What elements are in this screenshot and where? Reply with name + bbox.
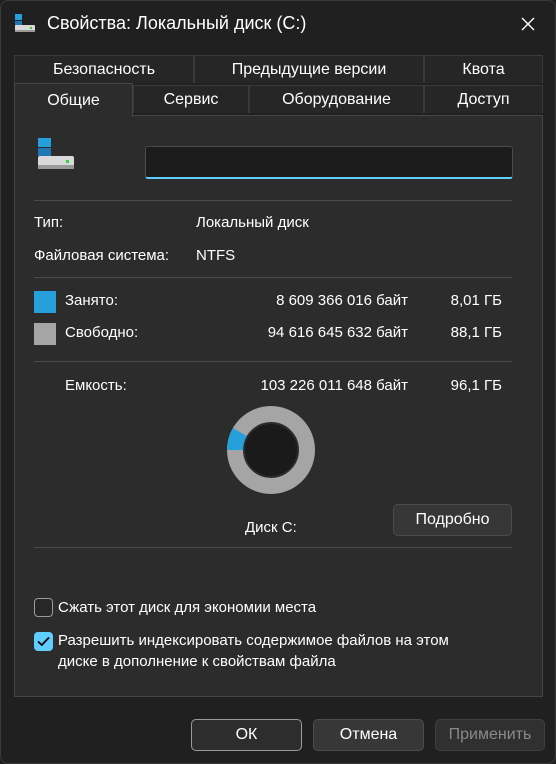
donut-hole	[245, 424, 297, 476]
free-swatch	[34, 323, 56, 345]
free-bytes: 94 616 645 632 байт	[267, 324, 408, 341]
tab-quota[interactable]: Квота	[424, 55, 543, 83]
used-size: 8,01 ГБ	[450, 292, 502, 309]
general-panel: Тип: Локальный диск Файловая система: NT…	[14, 115, 543, 697]
close-button[interactable]	[513, 9, 543, 39]
capacity-bytes: 103 226 011 648 байт	[260, 377, 408, 394]
tab-label: Квота	[462, 60, 505, 78]
type-value: Локальный диск	[196, 214, 309, 231]
apply-button[interactable]: Применить	[435, 719, 545, 751]
tab-sharing[interactable]: Доступ	[424, 85, 543, 113]
free-label: Свободно:	[65, 324, 139, 341]
filesystem-value: NTFS	[196, 247, 236, 264]
capacity-size: 96,1 ГБ	[450, 377, 502, 394]
filesystem-label: Файловая система:	[34, 247, 170, 264]
divider	[34, 547, 512, 548]
used-label: Занято:	[65, 292, 119, 309]
tab-label: Сервис	[163, 90, 219, 108]
capacity-label: Емкость:	[65, 377, 127, 394]
used-swatch	[34, 291, 56, 313]
free-size: 88,1 ГБ	[450, 324, 502, 341]
index-checkbox[interactable]	[34, 632, 53, 651]
title-bar: Свойства: Локальный диск (C:)	[1, 1, 555, 47]
drive-name-input[interactable]	[145, 146, 513, 179]
tab-label: Доступ	[457, 90, 510, 108]
window-title: Свойства: Локальный диск (C:)	[47, 13, 307, 33]
compress-label: Сжать этот диск для экономии места	[58, 599, 317, 616]
close-icon	[521, 17, 535, 31]
tab-label: Оборудование	[282, 90, 391, 108]
properties-window: Свойства: Локальный диск (C:) Безопаснос…	[0, 0, 556, 764]
drive-icon	[14, 13, 36, 35]
tab-previous-versions[interactable]: Предыдущие версии	[194, 55, 424, 83]
index-label-line1: Разрешить индексировать содержимое файло…	[58, 632, 449, 649]
tab-general[interactable]: Общие	[14, 83, 133, 117]
index-label-line2: диске в дополнение к свойствам файла	[58, 653, 336, 670]
ok-button-label: ОК	[235, 726, 258, 743]
cancel-button-label: Отмена	[339, 726, 398, 743]
cancel-button[interactable]: Отмена	[313, 719, 424, 751]
divider	[34, 277, 512, 278]
details-button[interactable]: Подробно	[393, 504, 512, 536]
used-arc	[227, 427, 247, 451]
tab-tools[interactable]: Сервис	[133, 85, 249, 113]
disk-label: Диск C:	[245, 519, 297, 536]
tab-label: Общие	[47, 91, 100, 109]
tab-hardware[interactable]: Оборудование	[249, 85, 424, 113]
divider	[34, 200, 512, 201]
tab-label: Предыдущие версии	[231, 60, 387, 78]
used-bytes: 8 609 366 016 байт	[276, 292, 408, 309]
tab-security[interactable]: Безопасность	[14, 55, 194, 83]
drive-large-icon	[37, 138, 77, 172]
disk-usage-donut	[227, 406, 315, 494]
tab-label: Безопасность	[52, 60, 156, 78]
details-button-label: Подробно	[415, 511, 490, 528]
apply-button-label: Применить	[448, 726, 532, 743]
compress-checkbox[interactable]	[34, 598, 53, 617]
divider	[34, 361, 512, 362]
type-label: Тип:	[34, 214, 64, 231]
ok-button[interactable]: ОК	[191, 719, 302, 751]
checkmark-icon	[37, 636, 50, 647]
